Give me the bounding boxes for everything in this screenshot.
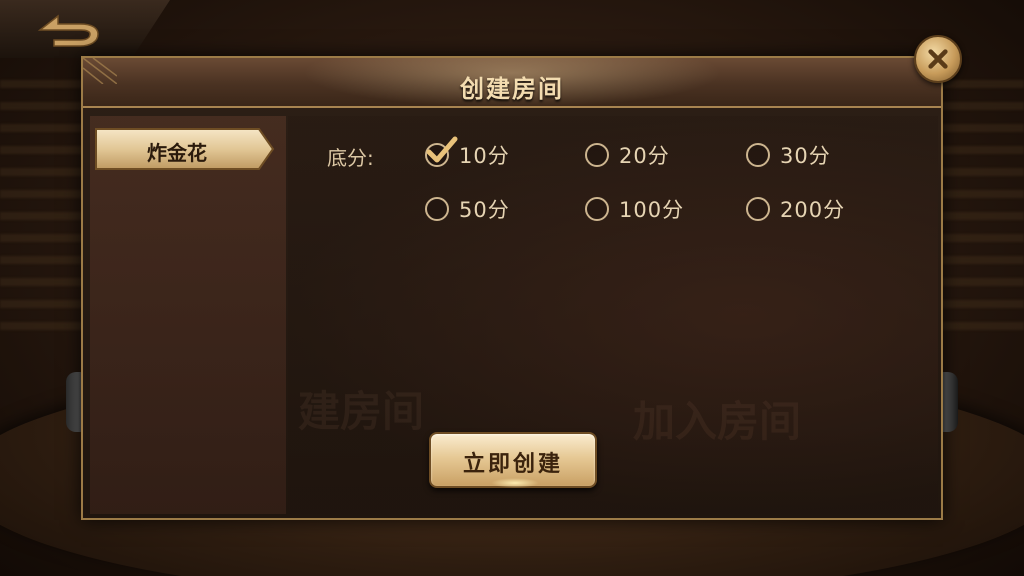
create-button-label: 立即创建 — [462, 452, 563, 477]
radio-button[interactable] — [425, 136, 458, 167]
room-settings-panel: 建房间 加入房间 — [288, 116, 938, 514]
create-room-dialog: 创建房间 炸金花 建房间 加入房间 底分: 10分 20分 30分 50分 10… — [81, 56, 943, 520]
radio-button[interactable] — [425, 197, 449, 221]
close-button[interactable] — [914, 35, 962, 83]
background-stripes-right — [934, 80, 1024, 340]
button-glow — [491, 478, 539, 488]
option-label: 20分 — [619, 144, 670, 168]
dialog-title: 创建房间 — [460, 75, 564, 103]
close-icon — [928, 49, 948, 69]
back-arrow-icon — [37, 14, 99, 47]
score-option-10[interactable]: 10分 — [425, 136, 510, 170]
option-label: 30分 — [780, 144, 831, 168]
score-option-100[interactable]: 100分 — [585, 194, 684, 224]
radio-button[interactable] — [746, 197, 770, 221]
dialog-header: 创建房间 — [83, 58, 941, 108]
background-stripes-left — [0, 80, 90, 340]
check-icon — [426, 136, 458, 163]
game-type-sidebar: 炸金花 — [90, 116, 286, 514]
watermark-create-room: 建房间 — [298, 387, 425, 436]
back-button[interactable] — [0, 0, 170, 58]
sidebar-item-label: 炸金花 — [147, 141, 207, 165]
score-option-200[interactable]: 200分 — [746, 194, 845, 224]
create-now-button[interactable]: 立即创建 — [429, 432, 597, 488]
option-label: 200分 — [780, 198, 846, 222]
watermark-join-room: 加入房间 — [633, 397, 802, 446]
option-label: 10分 — [459, 144, 510, 168]
radio-button[interactable] — [746, 143, 770, 167]
option-label: 50分 — [459, 198, 510, 222]
radio-button[interactable] — [585, 197, 609, 221]
radio-button[interactable] — [585, 143, 609, 167]
score-option-50[interactable]: 50分 — [425, 194, 510, 224]
option-label: 100分 — [619, 198, 685, 222]
sidebar-item-zhajinhua[interactable]: 炸金花 — [93, 126, 276, 172]
score-option-20[interactable]: 20分 — [585, 140, 670, 170]
score-option-30[interactable]: 30分 — [746, 140, 831, 170]
base-score-label: 底分: — [327, 146, 374, 170]
